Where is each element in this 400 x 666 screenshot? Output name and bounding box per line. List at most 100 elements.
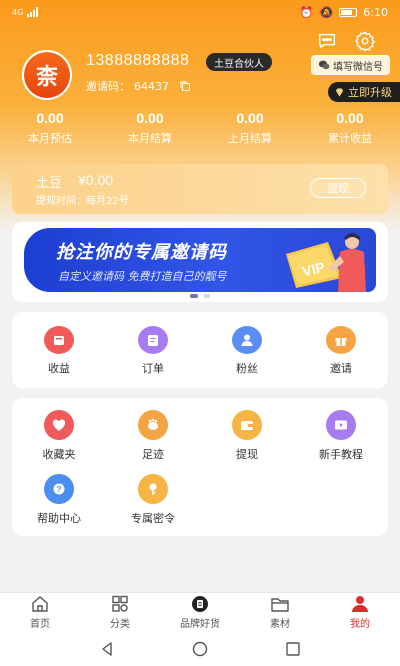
- nav-item-materials[interactable]: 素材: [240, 593, 320, 632]
- menu-item-label: 收益: [48, 362, 70, 375]
- user-phone: 13888888888: [86, 52, 190, 69]
- clock: 6:10: [363, 5, 388, 19]
- stat-label: 累计收益: [328, 132, 372, 145]
- wallet-amount: ¥0.00: [78, 172, 114, 188]
- nav-label: 首页: [30, 619, 50, 630]
- invite-code-banner[interactable]: 抢注你的专属邀请码 自定义邀请码 免费打造自己的靓号 VIP: [24, 228, 376, 292]
- video-icon: [326, 410, 356, 440]
- nav-label: 素材: [270, 619, 290, 630]
- menu-item-label: 专属密令: [131, 512, 175, 525]
- menu-item-fans[interactable]: 粉丝: [200, 312, 294, 376]
- pagination-dot-active[interactable]: [190, 294, 198, 298]
- nav-item-category[interactable]: 分类: [80, 593, 160, 632]
- menu-item-orders[interactable]: 订单: [106, 312, 200, 376]
- menu-item-label: 新手教程: [319, 448, 363, 461]
- fill-wechat-label: 填写微信号: [333, 61, 383, 73]
- nav-label: 分类: [110, 619, 130, 630]
- banner-pagination: [190, 294, 210, 298]
- order-icon: [138, 326, 168, 354]
- banner-subtitle: 自定义邀请码 免费打造自己的靓号: [58, 270, 227, 283]
- nav-item-mine[interactable]: 我的: [320, 593, 400, 632]
- invite-code-label: 邀请码：: [86, 80, 130, 93]
- banner-title: 抢注你的专属邀请码: [56, 242, 227, 263]
- diamond-icon: [335, 87, 344, 97]
- nav-label: 我的: [350, 619, 370, 630]
- avatar[interactable]: 柰: [22, 50, 72, 100]
- stat-label: 本月结算: [128, 132, 172, 145]
- status-bar: 4G ⏰ 🔕 6:10: [0, 0, 400, 24]
- main-menu-card: 收益 订单 粉丝 邀请: [12, 312, 388, 388]
- home-button-icon[interactable]: [191, 640, 209, 658]
- stat-month-estimate[interactable]: 0.00 本月预估: [0, 110, 100, 146]
- svg-text:?: ?: [57, 485, 62, 494]
- bottom-navigation: 首页 分类 品牌好货 素材 我的: [0, 592, 400, 632]
- settings-icon[interactable]: [354, 30, 376, 52]
- wallet-icon: [232, 410, 262, 440]
- signal-indicator: 4G: [12, 7, 39, 17]
- invite-code-row: 邀请码： 64437: [86, 78, 191, 94]
- help-icon: ?: [44, 474, 74, 504]
- recents-icon[interactable]: [284, 640, 302, 658]
- mute-icon: 🔕: [319, 5, 334, 19]
- earnings-stats: 0.00 本月预估 0.00 本月结算 0.00 上月结算 0.00 累计收益: [0, 110, 400, 146]
- wallet-card: 土豆 ¥0.00 提现时间：每月22号 提现: [12, 164, 388, 214]
- income-icon: [44, 326, 74, 354]
- stat-month-settled[interactable]: 0.00 本月结算: [100, 110, 200, 146]
- menu-item-label: 订单: [142, 362, 164, 375]
- menu-item-invite[interactable]: 邀请: [294, 312, 388, 376]
- menu-item-income[interactable]: 收益: [12, 312, 106, 376]
- menu-item-help[interactable]: ? 帮助中心: [12, 462, 106, 526]
- folder-icon: [271, 598, 289, 612]
- nav-item-home[interactable]: 首页: [0, 593, 80, 632]
- menu-item-label: 提现: [236, 448, 258, 461]
- system-navigation-bar: [0, 632, 400, 666]
- menu-item-favorites[interactable]: 收藏夹: [12, 398, 106, 462]
- back-icon[interactable]: [98, 640, 116, 658]
- stat-value: 0.00: [36, 110, 64, 126]
- stat-value: 0.00: [236, 110, 264, 126]
- role-badge: 土豆合伙人: [206, 53, 272, 71]
- banner-card: 抢注你的专属邀请码 自定义邀请码 免费打造自己的靓号 VIP: [12, 222, 388, 302]
- wallet-title: 土豆: [36, 176, 63, 191]
- nav-label: 品牌好货: [180, 619, 220, 630]
- stat-total-earnings[interactable]: 0.00 累计收益: [300, 110, 400, 146]
- menu-item-label: 帮助中心: [37, 512, 81, 525]
- key-icon: [138, 474, 168, 504]
- stat-value: 0.00: [336, 110, 364, 126]
- stat-last-month-settled[interactable]: 0.00 上月结算: [200, 110, 300, 146]
- menu-item-label: 粉丝: [236, 362, 258, 375]
- menu-item-secret-code[interactable]: 专属密令: [106, 462, 200, 526]
- user-icon: [352, 596, 368, 612]
- upgrade-button[interactable]: 立即升级: [328, 82, 400, 102]
- heart-icon: [44, 410, 74, 440]
- vip-illustration: VIP: [286, 233, 366, 292]
- invite-code-value: 64437: [134, 79, 169, 93]
- battery-icon: [339, 7, 358, 17]
- copy-icon[interactable]: [179, 80, 191, 92]
- category-icon: [112, 595, 128, 612]
- brand-icon: [192, 596, 208, 612]
- withdraw-schedule: 提现时间：每月22号: [36, 196, 129, 207]
- signal-icon: [27, 7, 39, 17]
- network-type: 4G: [12, 7, 24, 17]
- menu-item-withdraw[interactable]: 提现: [200, 398, 294, 462]
- fill-wechat-button[interactable]: 填写微信号: [311, 55, 390, 75]
- message-icon[interactable]: [316, 30, 338, 52]
- withdraw-button[interactable]: 提现: [310, 178, 366, 198]
- fans-icon: [232, 326, 262, 354]
- gift-icon: [326, 326, 356, 354]
- wechat-icon: [318, 60, 330, 70]
- pagination-dot[interactable]: [204, 294, 210, 298]
- menu-item-footprint[interactable]: 足迹: [106, 398, 200, 462]
- menu-item-label: 邀请: [330, 362, 352, 375]
- menu-item-tutorial[interactable]: 新手教程: [294, 398, 388, 462]
- home-icon: [32, 596, 48, 612]
- tools-menu-card: 收藏夹 足迹 提现 新手教程 ? 帮助中心 专属密令: [12, 398, 388, 536]
- stat-label: 上月结算: [228, 132, 272, 145]
- stat-value: 0.00: [136, 110, 164, 126]
- stat-label: 本月预估: [28, 132, 72, 145]
- footprint-icon: [138, 410, 168, 440]
- upgrade-label: 立即升级: [348, 86, 392, 99]
- nav-item-brand[interactable]: 品牌好货: [160, 593, 240, 632]
- avatar-logo: 柰: [24, 52, 70, 98]
